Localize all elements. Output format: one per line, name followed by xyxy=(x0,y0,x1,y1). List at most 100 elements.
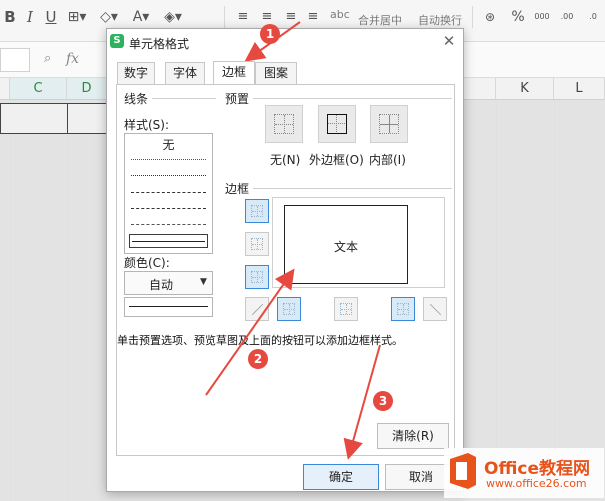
eraser-icon[interactable]: ◈▾ xyxy=(160,6,186,28)
border-center-icon xyxy=(340,303,352,315)
underline-button[interactable]: U xyxy=(42,6,60,28)
line-style-hair[interactable] xyxy=(131,159,206,160)
border-diagonal-up-button[interactable] xyxy=(245,297,269,321)
format-cells-dialog: S 单元格格式 ✕ 数字 字体 边框 图案 线条 样式(S): 无 颜色(C):… xyxy=(106,28,464,492)
preset-inside-label: 内部(I) xyxy=(369,153,406,167)
preset-outline-label: 外边框(O) xyxy=(309,153,364,167)
tab-font[interactable]: 字体 xyxy=(165,62,205,84)
line-sample-solid xyxy=(132,241,205,242)
ok-button[interactable]: 确定 xyxy=(303,464,379,490)
border-diagonal-down-button[interactable] xyxy=(423,297,447,321)
currency-icon[interactable]: ⊛ xyxy=(480,6,500,28)
selected-cells[interactable] xyxy=(0,103,110,134)
line-style-dotted[interactable] xyxy=(131,175,206,176)
tab-pattern[interactable]: 图案 xyxy=(255,62,297,84)
border-top-icon xyxy=(251,205,263,217)
preset-inside-button[interactable] xyxy=(370,105,408,143)
border-middle-horizontal-button[interactable] xyxy=(245,232,269,256)
color-dropdown[interactable]: 自动 ▼ xyxy=(124,271,213,295)
line-style-dashed[interactable] xyxy=(131,224,206,225)
line-style-none[interactable]: 无 xyxy=(125,136,212,153)
grid-line xyxy=(67,100,68,501)
line-color-preview xyxy=(124,297,213,317)
border-section-title: 边框 xyxy=(225,180,254,197)
office-logo-icon xyxy=(450,453,476,489)
presets-section-rule xyxy=(225,98,452,99)
column-header-k[interactable]: K xyxy=(496,78,554,100)
toolbar-divider xyxy=(472,6,473,28)
border-preview-box[interactable]: 文本 xyxy=(284,205,408,284)
diagonal-up-icon xyxy=(251,303,264,316)
color-label: 颜色(C): xyxy=(124,256,170,270)
tab-number[interactable]: 数字 xyxy=(117,62,155,84)
percent-icon[interactable]: % xyxy=(508,6,528,28)
preset-none-label: 无(N) xyxy=(270,153,301,167)
zoom-search-icon[interactable]: ⌕ xyxy=(44,51,51,66)
border-right-button[interactable] xyxy=(391,297,415,321)
line-style-solid-selected[interactable] xyxy=(129,234,208,248)
line-style-dash-dot-dot[interactable] xyxy=(131,208,206,209)
close-icon[interactable]: ✕ xyxy=(440,32,458,50)
preview-text: 文本 xyxy=(333,240,358,254)
line-style-dash-dot[interactable] xyxy=(131,192,206,193)
column-header-c[interactable]: C xyxy=(10,78,67,100)
italic-button[interactable]: I xyxy=(22,6,38,28)
selected-cell-divider xyxy=(67,103,68,134)
tab-border[interactable]: 边框 xyxy=(213,61,255,84)
merge-center-button[interactable]: 合并居中 xyxy=(358,12,402,28)
line-style-list[interactable]: 无 xyxy=(124,133,213,254)
style-label: 样式(S): xyxy=(124,118,170,132)
dialog-titlebar[interactable]: S 单元格格式 ✕ xyxy=(107,29,463,57)
hint-text: 单击预置选项、预览草图及上面的按钮可以添加边框样式。 xyxy=(117,334,403,347)
align-left-icon[interactable]: ≡ xyxy=(234,6,252,28)
preset-outline-icon xyxy=(327,114,347,134)
border-left-button[interactable] xyxy=(277,297,301,321)
presets-section-title: 预置 xyxy=(225,90,254,107)
font-color-icon[interactable]: A▾ xyxy=(128,6,154,28)
fx-icon[interactable]: fx xyxy=(66,51,79,67)
align-right-icon[interactable]: ≡ xyxy=(282,6,300,28)
grid-line xyxy=(554,100,555,501)
border-middle-icon xyxy=(251,238,263,250)
dialog-title: 单元格格式 xyxy=(129,37,190,51)
thousands-icon[interactable]: 000 xyxy=(532,6,552,28)
border-right-icon xyxy=(397,303,409,315)
clear-button[interactable]: 清除(R) xyxy=(377,423,449,449)
indent-icon[interactable]: ≡ xyxy=(304,6,322,28)
fill-color-icon[interactable]: ◇▾ xyxy=(96,6,122,28)
toolbar-divider xyxy=(224,6,225,28)
decrease-decimal-icon[interactable]: .0 xyxy=(582,6,604,28)
step3-badge: 3 xyxy=(373,391,393,411)
border-left-icon xyxy=(283,303,295,315)
watermark-title: Office教程网 xyxy=(484,459,591,479)
preset-outline-button[interactable] xyxy=(318,105,356,143)
step1-badge: 1 xyxy=(260,24,280,44)
color-value: 自动 xyxy=(148,278,173,292)
wrap-abc-label[interactable]: abc xyxy=(330,8,350,21)
step2-badge: 2 xyxy=(248,349,268,369)
grid-line xyxy=(10,100,11,501)
watermark-url: www.office26.com xyxy=(486,477,587,490)
dropdown-caret-icon: ▼ xyxy=(200,277,207,287)
diagonal-down-icon xyxy=(429,303,442,316)
border-icon[interactable]: ⊞▾ xyxy=(64,6,90,28)
grid-line xyxy=(496,100,497,501)
border-middle-vertical-button[interactable] xyxy=(334,297,358,321)
border-bottom-button[interactable] xyxy=(245,265,269,289)
watermark: Office教程网 www.office26.com xyxy=(444,448,604,498)
wps-app-icon: S xyxy=(110,34,124,48)
increase-decimal-icon[interactable]: .00 xyxy=(556,6,578,28)
border-top-button[interactable] xyxy=(245,199,269,223)
border-bottom-icon xyxy=(251,271,263,283)
border-section-rule xyxy=(225,188,452,189)
column-header-d[interactable]: D xyxy=(67,78,107,100)
column-header-stub[interactable] xyxy=(0,78,10,100)
column-header-l[interactable]: L xyxy=(554,78,605,100)
line-section-title: 线条 xyxy=(124,90,153,107)
wrap-text-button[interactable]: 自动换行 xyxy=(418,12,462,28)
preset-none-icon xyxy=(274,114,294,134)
bold-button[interactable]: B xyxy=(2,6,18,28)
preset-inside-icon xyxy=(379,114,399,134)
preset-none-button[interactable] xyxy=(265,105,303,143)
name-box[interactable] xyxy=(0,48,30,72)
